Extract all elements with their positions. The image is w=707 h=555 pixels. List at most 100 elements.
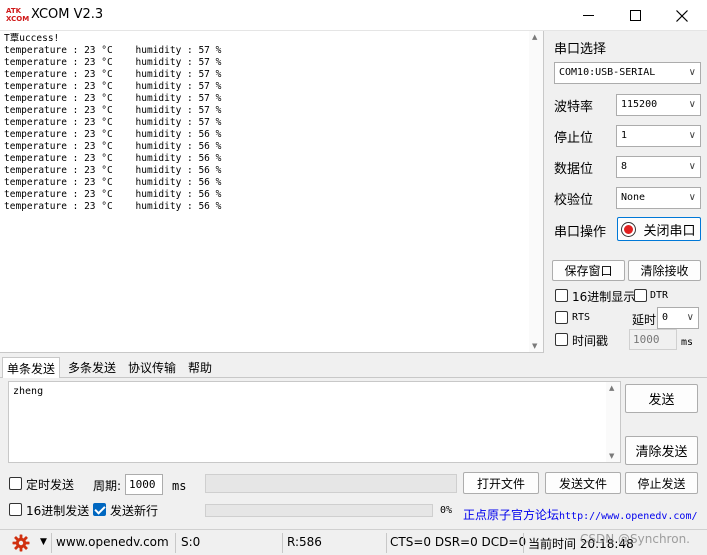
timestamp-checkbox[interactable] — [555, 333, 568, 346]
forum-link-url: http://www.openedv.com/ — [559, 511, 698, 522]
timed-send-checkbox[interactable] — [9, 477, 22, 490]
baud-label: 波特率 — [554, 100, 594, 115]
parity-select[interactable]: None ∨ — [616, 187, 701, 209]
maximize-icon — [629, 10, 641, 21]
tab-protocol[interactable]: 协议传输 — [124, 357, 180, 378]
receive-line: temperature : 23 °C humidity : 57 % — [4, 57, 222, 68]
receive-line: temperature : 23 °C humidity : 56 % — [4, 201, 222, 212]
delay-label: 延时 — [632, 313, 657, 327]
forum-link[interactable]: 正点原子官方论坛http://www.openedv.com/ — [463, 506, 698, 523]
period-unit: ms — [172, 479, 187, 493]
gear-icon — [12, 534, 30, 552]
send-button[interactable]: 发送 — [625, 384, 698, 413]
scroll-up-icon[interactable]: ▲ — [532, 33, 537, 41]
port-select[interactable]: COM10:USB-SERIAL ∨ — [554, 62, 701, 84]
clear-receive-button[interactable]: 清除接收 — [628, 260, 701, 281]
dtr-label: DTR — [650, 290, 669, 301]
send-text: zheng — [13, 386, 44, 397]
send-scrollbar[interactable]: ▲ ▼ — [606, 382, 620, 462]
chevron-down-icon: ∨ — [688, 161, 696, 172]
clear-send-button[interactable]: 清除发送 — [625, 436, 698, 465]
minimize-button[interactable] — [565, 0, 611, 31]
send-progress-text: 0% — [440, 505, 453, 516]
send-progress-bar — [205, 504, 433, 517]
stop-send-button[interactable]: 停止发送 — [625, 472, 698, 494]
send-file-button[interactable]: 发送文件 — [545, 472, 621, 494]
window-title: XCOM V2.3 — [31, 7, 104, 22]
tab-help[interactable]: 帮助 — [184, 357, 216, 378]
receive-line: T覃uccess! — [4, 33, 60, 44]
receive-area[interactable]: T覃uccess! temperature : 23 °C humidity : … — [0, 31, 544, 353]
forum-link-label: 正点原子官方论坛 — [463, 508, 560, 522]
status-separator — [51, 533, 52, 553]
period-input[interactable]: 1000 — [125, 474, 163, 495]
status-separator — [282, 533, 283, 553]
baud-value: 115200 — [621, 99, 658, 110]
settings-gear-icon[interactable] — [12, 534, 30, 555]
receive-line: temperature : 23 °C humidity : 56 % — [4, 153, 222, 164]
logo-line-2: XCOM — [6, 15, 30, 23]
databit-value: 8 — [621, 161, 628, 172]
receive-scrollbar[interactable]: ▲ ▼ — [529, 31, 543, 352]
status-line-signals: CTS=0 DSR=0 DCD=0 — [390, 535, 527, 549]
receive-text: T覃uccess! temperature : 23 °C humidity : … — [4, 33, 221, 213]
send-newline-label: 发送新行 — [110, 504, 159, 518]
receive-line: temperature : 23 °C humidity : 57 % — [4, 45, 222, 56]
chevron-down-icon: ∨ — [688, 67, 696, 78]
rts-checkbox[interactable] — [555, 311, 568, 324]
receive-line: temperature : 23 °C humidity : 57 % — [4, 117, 222, 128]
timestamp-label: 时间戳 — [572, 334, 609, 348]
scroll-up-icon[interactable]: ▲ — [609, 384, 614, 392]
app-logo: ATK XCOM — [6, 7, 30, 23]
close-icon — [676, 9, 688, 22]
port-select-label: 串口选择 — [554, 42, 607, 57]
hex-display-checkbox[interactable] — [555, 289, 568, 302]
gear-menu-chevron-icon[interactable]: ▼ — [40, 537, 47, 547]
delay-select[interactable]: 0 ∨ — [657, 307, 699, 329]
databit-label: 数据位 — [554, 162, 594, 177]
timestamp-input[interactable]: 1000 — [629, 329, 677, 350]
hex-display-label: 16进制显示 — [572, 290, 636, 304]
scroll-down-icon[interactable]: ▼ — [532, 342, 537, 350]
open-file-button[interactable]: 打开文件 — [463, 472, 539, 494]
save-window-button[interactable]: 保存窗口 — [552, 260, 625, 281]
status-sent-count: S:0 — [181, 535, 201, 549]
tab-multi-send[interactable]: 多条发送 — [64, 357, 120, 378]
status-website[interactable]: www.openedv.com — [56, 535, 169, 549]
scroll-down-icon[interactable]: ▼ — [609, 452, 614, 460]
chevron-down-icon: ∨ — [688, 192, 696, 203]
send-file-path-field — [205, 474, 457, 493]
dtr-checkbox[interactable] — [634, 289, 647, 302]
receive-line: temperature : 23 °C humidity : 56 % — [4, 189, 222, 200]
tab-bar: 单条发送 多条发送 协议传输 帮助 — [0, 356, 707, 378]
status-separator — [175, 533, 176, 553]
hex-send-checkbox[interactable] — [9, 503, 22, 516]
parity-label: 校验位 — [554, 193, 594, 208]
chevron-down-icon: ∨ — [688, 130, 696, 141]
receive-line: temperature : 23 °C humidity : 57 % — [4, 105, 222, 116]
databit-select[interactable]: 8 ∨ — [616, 156, 701, 178]
send-newline-checkbox[interactable] — [93, 503, 106, 516]
send-input[interactable]: zheng ▲ ▼ — [8, 381, 621, 463]
delay-value: 0 — [662, 312, 669, 323]
close-button[interactable] — [659, 0, 705, 31]
maximize-button[interactable] — [612, 0, 658, 31]
hex-send-label: 16进制发送 — [26, 504, 90, 518]
stopbit-value: 1 — [621, 130, 628, 141]
close-port-button[interactable]: 关闭串口 — [617, 217, 701, 241]
status-bar: ▼ www.openedv.com S:0 R:586 CTS=0 DSR=0 … — [0, 529, 707, 555]
tab-single-send[interactable]: 单条发送 — [2, 357, 61, 378]
receive-line: temperature : 23 °C humidity : 57 % — [4, 81, 222, 92]
baud-select[interactable]: 115200 ∨ — [616, 94, 701, 116]
logo-line-1: ATK — [6, 7, 22, 15]
port-select-value: COM10:USB-SERIAL — [559, 67, 656, 78]
title-bar: ATK XCOM XCOM V2.3 — [0, 0, 707, 31]
timed-send-label: 定时发送 — [26, 478, 75, 492]
receive-line: temperature : 23 °C humidity : 57 % — [4, 69, 222, 80]
receive-line: temperature : 23 °C humidity : 57 % — [4, 93, 222, 104]
port-status-led-icon — [622, 222, 636, 236]
receive-line: temperature : 23 °C humidity : 56 % — [4, 165, 222, 176]
parity-value: None — [621, 192, 646, 203]
stopbit-select[interactable]: 1 ∨ — [616, 125, 701, 147]
chevron-down-icon: ∨ — [686, 312, 694, 323]
